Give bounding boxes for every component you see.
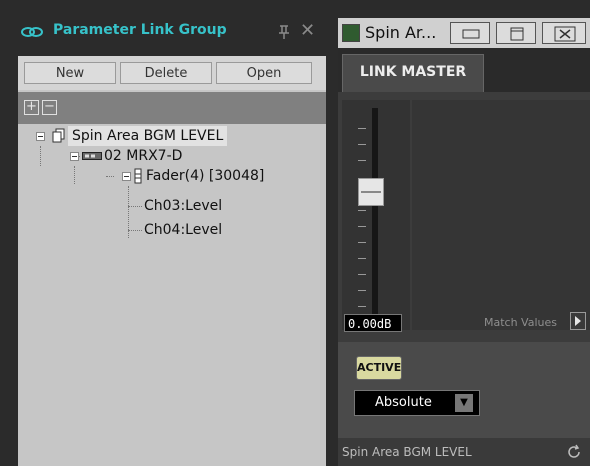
open-button[interactable]: Open	[216, 62, 312, 84]
fader-tick	[358, 226, 366, 227]
component-label: Fader(4) [30048]	[146, 168, 265, 184]
maximize-button[interactable]	[496, 22, 536, 44]
pin-icon[interactable]	[276, 24, 292, 40]
close-icon	[554, 26, 576, 42]
play-arrow-icon	[575, 316, 581, 326]
match-values-label: Match Values	[484, 316, 557, 329]
match-values-button[interactable]	[570, 312, 586, 330]
tree-connector	[128, 230, 142, 231]
fader-tick	[358, 210, 366, 211]
fader-side-area	[412, 100, 590, 330]
fader-track[interactable]	[372, 108, 378, 330]
device-label: 02 MRX7-D	[104, 148, 183, 164]
collapse-toggle[interactable]	[36, 132, 45, 141]
group-label: Spin Area BGM LEVEL	[68, 126, 228, 146]
minimize-icon	[462, 29, 480, 39]
minimize-button[interactable]	[450, 22, 490, 44]
group-icon	[52, 128, 65, 143]
tree-connector	[74, 166, 75, 184]
fader-tick	[358, 306, 366, 307]
active-button[interactable]: ACTIVE	[356, 356, 402, 380]
expand-all-button[interactable]: +	[24, 100, 39, 115]
window-content: LINK MASTER 0.00dB Match Values ACTIVE A…	[338, 48, 590, 438]
refresh-icon[interactable]	[566, 444, 582, 460]
toolbar: New Delete Open	[18, 56, 326, 90]
status-bar: Spin Area BGM LEVEL	[338, 438, 590, 466]
fader-tick	[358, 144, 366, 145]
panel-body: New Delete Open + − Spin Area BGM LEVEL …	[18, 56, 326, 466]
parameter-link-group-panel: Parameter Link Group ✕ New Delete Open +…	[10, 12, 326, 466]
fader-tick	[358, 160, 366, 161]
tree-toolbar: + −	[18, 92, 326, 124]
new-button[interactable]: New	[24, 62, 116, 84]
panel-title: Parameter Link Group	[53, 22, 227, 38]
tree-node-parameter[interactable]: Ch04:Level	[144, 220, 222, 240]
parameter-label: Ch04:Level	[144, 222, 223, 238]
close-icon[interactable]: ✕	[300, 22, 316, 40]
collapse-toggle[interactable]	[122, 172, 131, 181]
app-icon	[342, 24, 360, 42]
mode-select[interactable]: Absolute ▼	[354, 390, 480, 416]
collapse-all-button[interactable]: −	[42, 100, 57, 115]
parameter-label: Ch03:Level	[144, 198, 223, 214]
fader-area	[342, 100, 410, 330]
mode-select-value: Absolute	[375, 395, 432, 410]
tab-link-master[interactable]: LINK MASTER	[342, 54, 484, 92]
tree-connector	[106, 176, 114, 177]
collapse-toggle[interactable]	[70, 152, 79, 161]
tree-connector	[40, 146, 41, 166]
fader-tick	[358, 242, 366, 243]
tab-strip: LINK MASTER	[338, 48, 590, 92]
maximize-icon	[510, 27, 524, 41]
window-titlebar: Spin Ar...	[338, 18, 590, 48]
fader-tick	[358, 128, 366, 129]
fader-tick	[358, 274, 366, 275]
fader-tick	[358, 290, 366, 291]
panel-header: Parameter Link Group ✕	[10, 12, 326, 52]
fader-component-icon	[134, 168, 142, 184]
fader-tick	[358, 258, 366, 259]
device-icon	[82, 152, 102, 160]
fader-value-field[interactable]: 0.00dB	[344, 314, 402, 332]
link-master-window: Spin Ar... LINK MASTER 0.00dB Match Valu…	[332, 12, 590, 466]
window-title: Spin Ar...	[365, 23, 437, 42]
status-text: Spin Area BGM LEVEL	[342, 445, 472, 459]
close-window-button[interactable]	[542, 22, 586, 44]
link-icon	[21, 27, 43, 37]
fader-knob[interactable]	[358, 178, 384, 206]
tree-connector	[128, 206, 142, 207]
delete-button[interactable]: Delete	[120, 62, 212, 84]
chevron-down-icon[interactable]: ▼	[455, 394, 473, 412]
link-tree: Spin Area BGM LEVEL 02 MRX7-D Fader(4) […	[18, 124, 326, 466]
tree-node-parameter[interactable]: Ch03:Level	[144, 196, 222, 216]
